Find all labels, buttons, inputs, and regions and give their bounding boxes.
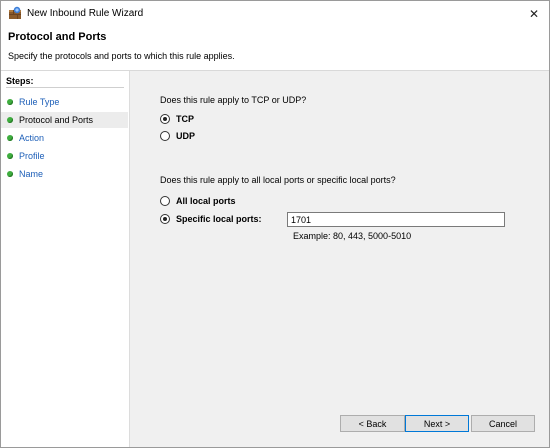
tcp-label[interactable]: TCP: [176, 114, 194, 124]
ports-question: Does this rule apply to all local ports …: [160, 175, 396, 185]
specific-ports-radio[interactable]: [160, 214, 170, 224]
sidebar-item-label: Action: [19, 133, 45, 143]
sidebar-item-protocol-and-ports[interactable]: Protocol and Ports: [1, 112, 128, 128]
udp-label[interactable]: UDP: [176, 131, 195, 141]
title-bar[interactable]: New Inbound Rule Wizard ✕: [1, 1, 549, 27]
step-status-icon: [7, 99, 13, 105]
step-status-icon: [7, 153, 13, 159]
tcp-radio[interactable]: [160, 114, 170, 124]
page-subtitle: Specify the protocols and ports to which…: [8, 51, 235, 61]
all-ports-label[interactable]: All local ports: [176, 196, 236, 206]
specific-ports-radio-option[interactable]: Specific local ports:: [160, 214, 262, 224]
all-ports-radio[interactable]: [160, 196, 170, 206]
udp-radio[interactable]: [160, 131, 170, 141]
specific-ports-input[interactable]: [287, 212, 505, 227]
step-status-icon: [7, 135, 13, 141]
sidebar-item-label: Protocol and Ports: [19, 115, 94, 125]
step-status-icon: [7, 171, 13, 177]
step-status-icon: [7, 117, 13, 123]
specific-ports-label[interactable]: Specific local ports:: [176, 214, 262, 224]
ports-example-hint: Example: 80, 443, 5000-5010: [293, 231, 412, 241]
sidebar-item-name[interactable]: Name: [1, 166, 128, 182]
firewall-app-icon: [9, 6, 21, 19]
sidebar-item-label: Rule Type: [19, 97, 60, 107]
sidebar-item-label: Name: [19, 169, 44, 179]
back-button[interactable]: < Back: [340, 415, 405, 432]
sidebar-item-rule-type[interactable]: Rule Type: [1, 94, 128, 110]
next-button[interactable]: Next >: [405, 415, 469, 432]
protocol-question: Does this rule apply to TCP or UDP?: [160, 95, 307, 105]
steps-sidebar: Steps: Rule Type Protocol and Ports Acti…: [1, 71, 130, 447]
close-button[interactable]: ✕: [519, 1, 549, 27]
close-icon: ✕: [528, 7, 540, 21]
sidebar-item-profile[interactable]: Profile: [1, 148, 128, 164]
window-title: New Inbound Rule Wizard: [27, 8, 144, 19]
wizard-window: New Inbound Rule Wizard ✕ Protocol and P…: [0, 0, 550, 448]
wizard-content: Does this rule apply to TCP or UDP? TCP …: [130, 71, 549, 447]
tcp-radio-option[interactable]: TCP: [160, 114, 194, 124]
page-header: Protocol and Ports Specify the protocols…: [1, 27, 549, 71]
sidebar-item-label: Profile: [19, 151, 45, 161]
cancel-button[interactable]: Cancel: [471, 415, 535, 432]
sidebar-item-action[interactable]: Action: [1, 130, 128, 146]
page-title: Protocol and Ports: [8, 31, 107, 43]
steps-heading: Steps:: [6, 76, 124, 88]
udp-radio-option[interactable]: UDP: [160, 131, 195, 141]
all-ports-radio-option[interactable]: All local ports: [160, 196, 236, 206]
